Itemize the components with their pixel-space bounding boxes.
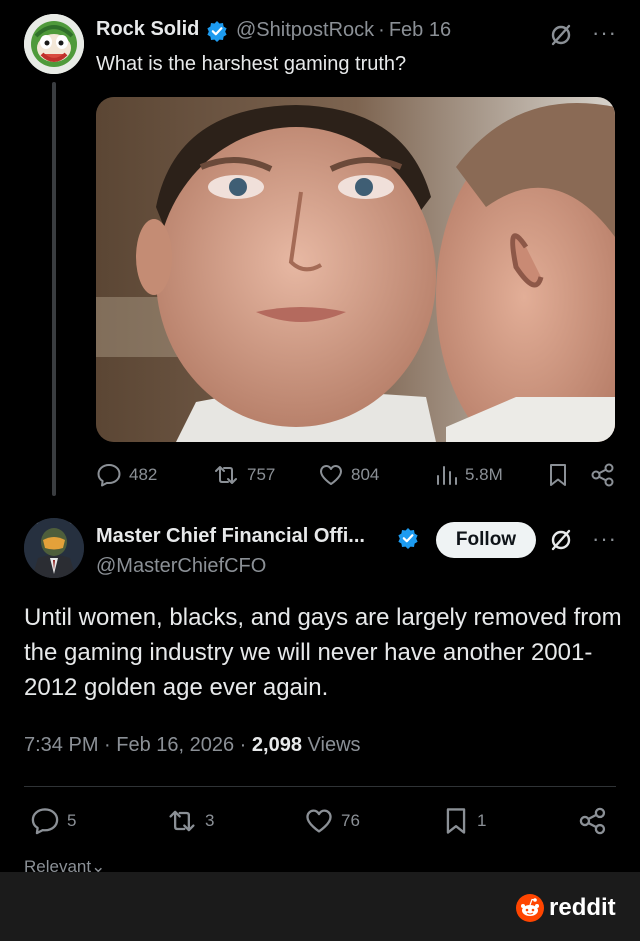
post-text: Until women, blacks, and gays are largel… bbox=[24, 604, 622, 701]
avatar[interactable] bbox=[24, 14, 84, 74]
reply-button[interactable]: 482 bbox=[96, 460, 157, 490]
reply-count: 482 bbox=[129, 465, 158, 484]
original-post: Rock Solid @ShitpostRock · Feb 16 ··· What… bbox=[0, 0, 640, 500]
repost-count: 757 bbox=[247, 465, 276, 484]
author-handle[interactable]: @ShitpostRock bbox=[236, 19, 374, 41]
repost-icon bbox=[169, 810, 195, 832]
reddit-icon bbox=[516, 894, 544, 922]
post-meta: 7:34 PM · Feb 16, 2026 · 2,098 Views bbox=[24, 734, 361, 757]
share-icon bbox=[591, 463, 614, 487]
bookmark-count: 1 bbox=[477, 811, 487, 830]
reply-icon bbox=[97, 464, 121, 487]
follow-button[interactable]: Follow bbox=[436, 522, 536, 558]
bookmark-button[interactable]: 1 bbox=[442, 806, 486, 836]
grok-icon[interactable] bbox=[548, 22, 574, 48]
like-icon bbox=[320, 465, 342, 485]
views-icon bbox=[437, 466, 457, 485]
more-icon[interactable]: ··· bbox=[592, 528, 617, 550]
post-text: What is the harshest gaming truth? bbox=[96, 53, 407, 75]
views-count: 2,098 bbox=[251, 734, 302, 756]
post-image[interactable] bbox=[96, 97, 615, 442]
reddit-logo: reddit bbox=[516, 894, 616, 922]
share-button[interactable] bbox=[590, 460, 623, 490]
bookmark-icon bbox=[446, 808, 466, 834]
repost-button[interactable]: 3 bbox=[166, 806, 214, 836]
verified-badge-icon bbox=[206, 20, 228, 42]
like-button[interactable]: 76 bbox=[304, 806, 360, 836]
like-button[interactable]: 804 bbox=[318, 460, 379, 490]
post-actions: 5 3 76 1 bbox=[24, 806, 616, 840]
author-handle[interactable]: @MasterChiefCFO bbox=[96, 555, 266, 578]
post-date[interactable]: Feb 16 bbox=[389, 19, 451, 41]
reply-count: 5 bbox=[67, 811, 77, 830]
bookmark-icon bbox=[550, 464, 566, 486]
like-icon bbox=[306, 809, 332, 833]
post-actions: 482 757 804 5.8M bbox=[96, 460, 616, 490]
reddit-wordmark: reddit bbox=[549, 894, 616, 921]
divider bbox=[24, 786, 616, 787]
reply-icon bbox=[31, 808, 59, 835]
author-name[interactable]: Rock Solid bbox=[96, 18, 199, 41]
more-icon[interactable]: ··· bbox=[592, 22, 617, 44]
author-name[interactable]: Master Chief Financial Offi... bbox=[96, 525, 365, 548]
views-count: 5.8M bbox=[465, 465, 503, 484]
share-button[interactable] bbox=[578, 806, 615, 836]
share-icon bbox=[579, 807, 606, 835]
views-label: Views bbox=[307, 734, 361, 756]
reddit-watermark-bar: reddit bbox=[0, 872, 640, 941]
repost-button[interactable]: 757 bbox=[212, 460, 275, 490]
author-handle-and-date: @ShitpostRock · Feb 16 bbox=[236, 19, 452, 41]
like-count: 76 bbox=[341, 811, 360, 830]
reply-button[interactable]: 5 bbox=[30, 806, 76, 836]
post-timestamp[interactable]: 7:34 PM · Feb 16, 2026 · bbox=[24, 734, 252, 756]
views-button[interactable]: 5.8M bbox=[434, 460, 503, 490]
thread-line bbox=[52, 82, 56, 496]
reply-post: Master Chief Financial Offi... @MasterCh… bbox=[0, 500, 640, 876]
verified-badge-icon bbox=[397, 527, 419, 549]
like-count: 804 bbox=[351, 465, 380, 484]
bookmark-button[interactable] bbox=[546, 460, 577, 490]
repost-icon bbox=[215, 466, 237, 484]
grok-icon[interactable] bbox=[548, 527, 574, 553]
repost-count: 3 bbox=[205, 811, 215, 830]
avatar[interactable] bbox=[24, 518, 84, 578]
